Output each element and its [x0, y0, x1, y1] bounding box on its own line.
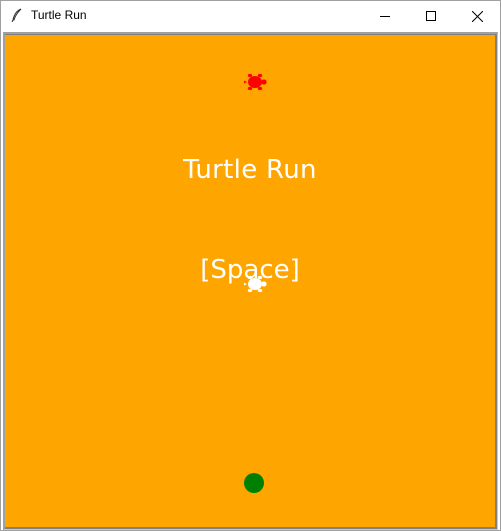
maximize-button[interactable]	[408, 1, 454, 31]
title-bar[interactable]: Turtle Run	[1, 1, 500, 31]
enemy-turtle	[244, 72, 268, 92]
game-title: Turtle Run	[183, 155, 317, 185]
close-icon	[471, 10, 483, 22]
minimize-icon	[380, 11, 390, 21]
player-turtle	[244, 274, 268, 294]
maximize-icon	[426, 11, 436, 21]
app-window: Turtle Run Turtle Run [Space]	[0, 0, 501, 531]
goal-dot	[244, 473, 264, 493]
game-canvas[interactable]: Turtle Run [Space]	[5, 35, 495, 527]
feather-icon	[10, 8, 24, 23]
window-title: Turtle Run	[31, 8, 87, 22]
close-button[interactable]	[454, 1, 500, 31]
minimize-button[interactable]	[362, 1, 408, 31]
